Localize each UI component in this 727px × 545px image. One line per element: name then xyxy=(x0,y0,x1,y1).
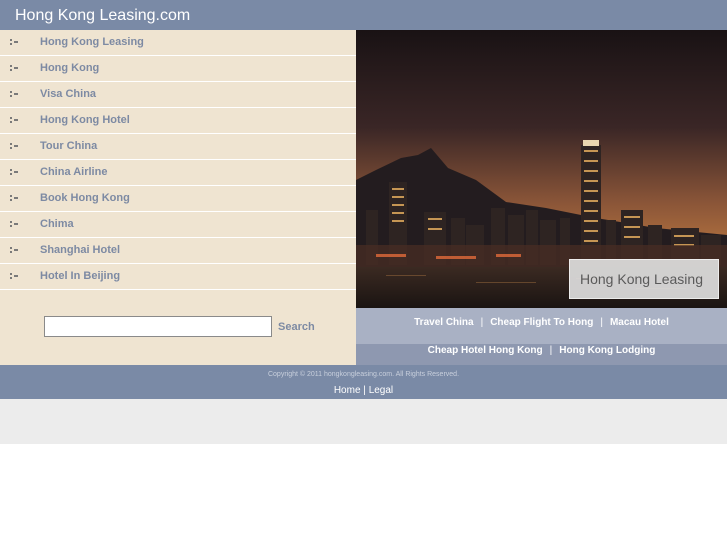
link-macau-hotel[interactable]: Macau Hotel xyxy=(610,317,669,328)
link-separator: | xyxy=(549,345,553,356)
nav-item: China Airline xyxy=(0,160,356,186)
footer-links: Home | Legal xyxy=(0,385,727,396)
footer-separator: | xyxy=(363,385,366,396)
link-separator: | xyxy=(600,317,603,328)
nav-link-visa-china[interactable]: Visa China xyxy=(40,88,96,100)
nav-link-hotel-in-beijing[interactable]: Hotel In Beijing xyxy=(40,270,120,282)
bottom-band xyxy=(0,399,727,444)
site-title-link[interactable]: Hong Kong Leasing.com xyxy=(15,7,190,25)
hero-caption: Hong Kong Leasing xyxy=(569,259,719,299)
bullet-icon xyxy=(10,195,19,202)
nav-link-book-hong-kong[interactable]: Book Hong Kong xyxy=(40,192,130,204)
link-travel-china[interactable]: Travel China xyxy=(414,317,473,328)
bullet-icon xyxy=(10,117,19,124)
nav-item: Shanghai Hotel xyxy=(0,238,356,264)
nav-link-hong-kong-leasing[interactable]: Hong Kong Leasing xyxy=(40,36,144,48)
nav-item: Hotel In Beijing xyxy=(0,264,356,290)
nav-item: Hong Kong xyxy=(0,56,356,82)
bullet-icon xyxy=(10,169,19,176)
links-bar: Travel China | Cheap Flight To Hong | Macau … xyxy=(356,308,727,365)
nav-link-hong-kong[interactable]: Hong Kong xyxy=(40,62,99,74)
footer-legal-link[interactable]: Legal xyxy=(369,385,393,396)
link-hong-kong-lodging[interactable]: Hong Kong Lodging xyxy=(559,345,655,356)
nav-list: Hong Kong Leasing Hong Kong Visa China H… xyxy=(0,30,356,290)
bullet-icon xyxy=(10,247,19,254)
bullet-icon xyxy=(10,39,19,46)
footer: Copyright © 2011 hongkongleasing.com. Al… xyxy=(0,365,727,399)
nav-link-tour-china[interactable]: Tour China xyxy=(40,140,97,152)
link-cheap-flight-to-hong[interactable]: Cheap Flight To Hong xyxy=(490,317,593,328)
nav-item: Tour China xyxy=(0,134,356,160)
nav-item: Hong Kong Leasing xyxy=(0,30,356,56)
bullet-icon xyxy=(10,273,19,280)
nav-item: Chima xyxy=(0,212,356,238)
nav-link-hong-kong-hotel[interactable]: Hong Kong Hotel xyxy=(40,114,130,126)
search-input[interactable] xyxy=(44,316,272,337)
hero-image: Hong Kong Leasing xyxy=(356,30,727,308)
nav-link-china-airline[interactable]: China Airline xyxy=(40,166,107,178)
link-cheap-hotel-hong-kong[interactable]: Cheap Hotel Hong Kong xyxy=(428,345,543,356)
bullet-icon xyxy=(10,221,19,228)
link-separator: | xyxy=(480,317,484,328)
nav-item: Visa China xyxy=(0,82,356,108)
footer-home-link[interactable]: Home xyxy=(334,385,361,396)
hero-caption-text: Hong Kong Leasing xyxy=(580,271,703,287)
nav-link-shanghai-hotel[interactable]: Shanghai Hotel xyxy=(40,244,120,256)
left-panel: Hong Kong Leasing Hong Kong Visa China H… xyxy=(0,30,356,365)
search-button[interactable]: Search xyxy=(278,321,315,333)
links-row-1: Travel China | Cheap Flight To Hong | Macau … xyxy=(356,317,727,328)
nav-link-chima[interactable]: Chima xyxy=(40,218,74,230)
nav-item: Book Hong Kong xyxy=(0,186,356,212)
copyright-text: Copyright © 2011 hongkongleasing.com. Al… xyxy=(267,371,460,378)
bullet-icon xyxy=(10,91,19,98)
links-row-2: Cheap Hotel Hong Kong | Hong Kong Lodging xyxy=(356,344,727,365)
bullet-icon xyxy=(10,65,19,72)
site-header: Hong Kong Leasing.com xyxy=(0,0,727,30)
bullet-icon xyxy=(10,143,19,150)
nav-item: Hong Kong Hotel xyxy=(0,108,356,134)
